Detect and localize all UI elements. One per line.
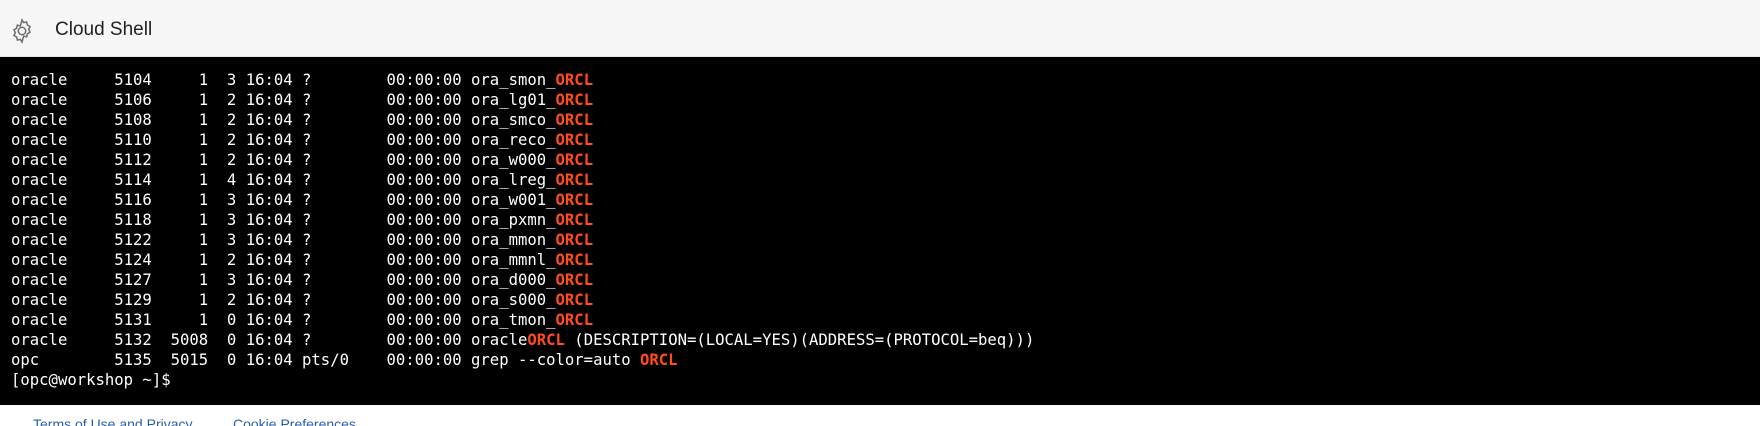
terminal-text: oracle 5131 1 0 16:04 ? 00:00:00 ora_tmo…: [11, 311, 556, 329]
grep-match-highlight: ORCL: [555, 271, 594, 289]
terminal-line: oracle 5116 1 3 16:04 ? 00:00:00 ora_w00…: [11, 190, 1034, 210]
terms-of-use-link[interactable]: Terms of Use and Privacy: [33, 415, 193, 426]
terminal-text: opc 5135 5015 0 16:04 pts/0 00:00:00 gre…: [11, 351, 641, 369]
grep-match-highlight: ORCL: [555, 131, 594, 149]
terminal-text: oracle 5104 1 3 16:04 ? 00:00:00 ora_smo…: [11, 71, 556, 89]
terminal-text: oracle 5106 1 2 16:04 ? 00:00:00 ora_lg0…: [11, 91, 556, 109]
terminal-text: oracle 5110 1 2 16:04 ? 00:00:00 ora_rec…: [11, 131, 556, 149]
grep-match-highlight: ORCL: [555, 91, 594, 109]
grep-match-highlight: ORCL: [555, 211, 594, 229]
grep-match-highlight: ORCL: [555, 311, 594, 329]
terminal-text: (DESCRIPTION=(LOCAL=YES)(ADDRESS=(PROTOC…: [564, 331, 1035, 349]
terminal-text: [opc@workshop ~]$: [11, 371, 180, 389]
terminal-output: oracle 5104 1 3 16:04 ? 00:00:00 ora_smo…: [11, 70, 1034, 390]
terminal-text: oracle 5116 1 3 16:04 ? 00:00:00 ora_w00…: [11, 191, 556, 209]
grep-match-highlight: ORCL: [555, 291, 594, 309]
terminal-line: oracle 5127 1 3 16:04 ? 00:00:00 ora_d00…: [11, 270, 1034, 290]
terminal-text: oracle 5114 1 4 16:04 ? 00:00:00 ora_lre…: [11, 171, 556, 189]
terminal-text: oracle 5108 1 2 16:04 ? 00:00:00 ora_smc…: [11, 111, 556, 129]
terminal-text: oracle 5127 1 3 16:04 ? 00:00:00 ora_d00…: [11, 271, 556, 289]
terminal-line: oracle 5104 1 3 16:04 ? 00:00:00 ora_smo…: [11, 70, 1034, 90]
grep-match-highlight: ORCL: [555, 171, 594, 189]
grep-match-highlight: ORCL: [640, 351, 678, 369]
terminal-text: oracle 5122 1 3 16:04 ? 00:00:00 ora_mmo…: [11, 231, 556, 249]
shell-prompt: [opc@workshop ~]$: [11, 370, 1034, 390]
terminal-line: oracle 5106 1 2 16:04 ? 00:00:00 ora_lg0…: [11, 90, 1034, 110]
terminal-text: oracle 5129 1 2 16:04 ? 00:00:00 ora_s00…: [11, 291, 556, 309]
page-title: Cloud Shell: [55, 19, 153, 40]
terminal-line: oracle 5118 1 3 16:04 ? 00:00:00 ora_pxm…: [11, 210, 1034, 230]
terminal-text: oracle 5132 5008 0 16:04 ? 00:00:00 orac…: [11, 331, 528, 349]
terminal-text: oracle 5124 1 2 16:04 ? 00:00:00 ora_mmn…: [11, 251, 556, 269]
grep-match-highlight: ORCL: [555, 111, 594, 129]
terminal-line: oracle 5114 1 4 16:04 ? 00:00:00 ora_lre…: [11, 170, 1034, 190]
terminal-line: oracle 5108 1 2 16:04 ? 00:00:00 ora_smc…: [11, 110, 1034, 130]
terminal-line: oracle 5131 1 0 16:04 ? 00:00:00 ora_tmo…: [11, 310, 1034, 330]
terminal-line: oracle 5110 1 2 16:04 ? 00:00:00 ora_rec…: [11, 130, 1034, 150]
cloud-shell-header: Cloud Shell: [0, 0, 1760, 57]
terminal-line: opc 5135 5015 0 16:04 pts/0 00:00:00 gre…: [11, 350, 1034, 370]
grep-match-highlight: ORCL: [555, 251, 594, 269]
terminal-line: oracle 5129 1 2 16:04 ? 00:00:00 ora_s00…: [11, 290, 1034, 310]
footer: Terms of Use and Privacy Cookie Preferen…: [0, 405, 1760, 426]
terminal-line: oracle 5124 1 2 16:04 ? 00:00:00 ora_mmn…: [11, 250, 1034, 270]
terminal-line: oracle 5132 5008 0 16:04 ? 00:00:00 orac…: [11, 330, 1034, 350]
cookie-preferences-link[interactable]: Cookie Preferences: [233, 415, 356, 426]
grep-match-highlight: ORCL: [555, 71, 594, 89]
terminal-window[interactable]: oracle 5104 1 3 16:04 ? 00:00:00 ora_smo…: [0, 57, 1760, 405]
terminal-line: oracle 5122 1 3 16:04 ? 00:00:00 ora_mmo…: [11, 230, 1034, 250]
grep-match-highlight: ORCL: [555, 231, 594, 249]
gear-icon[interactable]: [8, 17, 36, 45]
terminal-text: oracle 5118 1 3 16:04 ? 00:00:00 ora_pxm…: [11, 211, 556, 229]
terminal-text: oracle 5112 1 2 16:04 ? 00:00:00 ora_w00…: [11, 151, 556, 169]
grep-match-highlight: ORCL: [527, 331, 565, 349]
terminal-line: oracle 5112 1 2 16:04 ? 00:00:00 ora_w00…: [11, 150, 1034, 170]
grep-match-highlight: ORCL: [555, 151, 594, 169]
grep-match-highlight: ORCL: [555, 191, 594, 209]
